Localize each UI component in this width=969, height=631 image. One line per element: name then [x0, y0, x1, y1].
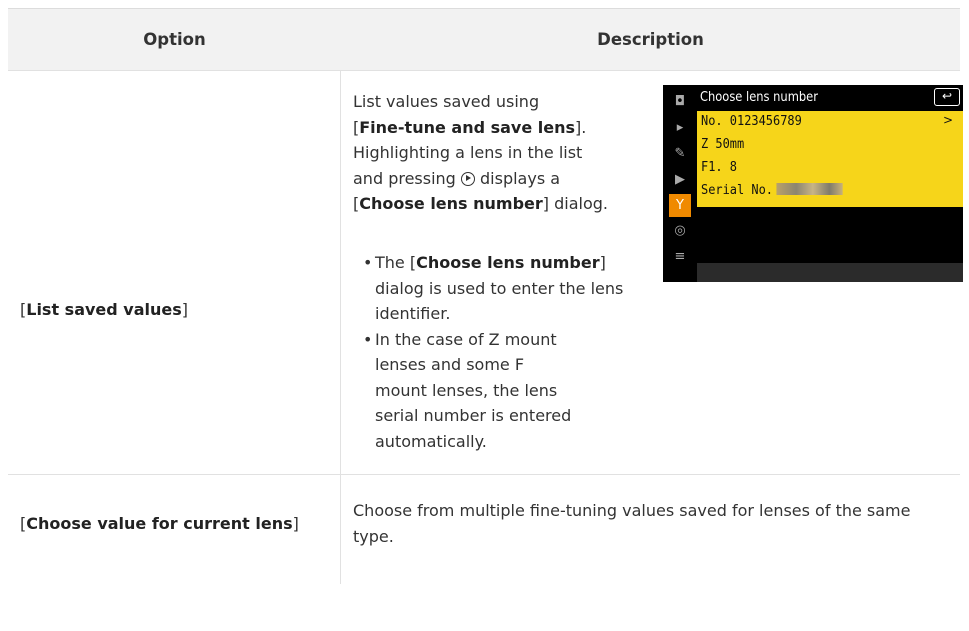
- header-description: Description: [597, 30, 704, 49]
- pencil-icon: ✎: [674, 146, 686, 161]
- option-choose-value: [Choose value for current lens]: [20, 514, 299, 533]
- screen-title: Choose lens number: [700, 89, 818, 105]
- return-icon: ↩: [934, 88, 960, 106]
- network-icon: ◎: [674, 223, 686, 238]
- lens-model-row: Z 50mm: [701, 137, 745, 152]
- selected-lens-panel: No. 0123456789 > Z 50mm F1. 8 Serial No.: [697, 111, 963, 207]
- description-list-saved-values: List values saved using [Fine-tune and s…: [353, 92, 608, 213]
- serial-row: Serial No.: [701, 183, 843, 198]
- header-option: Option: [143, 30, 206, 49]
- chevron-right-icon: >: [942, 113, 953, 127]
- multi-selector-right-icon: [460, 171, 475, 186]
- option-list-saved-values: [List saved values]: [20, 300, 189, 319]
- description-choose-value: Choose from multiple fine-tuning values …: [353, 501, 911, 546]
- bullet-item: The [Choose lens number] dialog is used …: [363, 250, 653, 327]
- lens-number-row: No. 0123456789: [701, 114, 802, 129]
- camera-menu-screenshot: ◘ ▸ ✎ ▶ Y ◎ ≡ Choose lens number ↩ No. 0…: [663, 85, 963, 282]
- table-header: Option Description: [8, 8, 960, 71]
- camera-icon: ◘: [674, 94, 686, 109]
- menu-tab-column: ◘ ▸ ✎ ▶ Y ◎ ≡: [663, 85, 697, 282]
- playback-icon: ▶: [675, 172, 685, 187]
- screen-footer: [697, 263, 963, 282]
- aperture-row: F1. 8: [701, 160, 738, 175]
- row-divider: [8, 70, 960, 71]
- bullet-item: In the case of Z mount lenses and some F…: [363, 327, 575, 455]
- blurred-serial: [776, 183, 843, 195]
- wrench-icon: Y: [669, 194, 691, 217]
- movie-icon: ▸: [676, 120, 684, 135]
- description-bullets: The [Choose lens number] dialog is used …: [363, 250, 653, 454]
- row-divider: [8, 474, 960, 475]
- my-menu-icon: ≡: [674, 249, 686, 264]
- column-divider: [340, 70, 341, 584]
